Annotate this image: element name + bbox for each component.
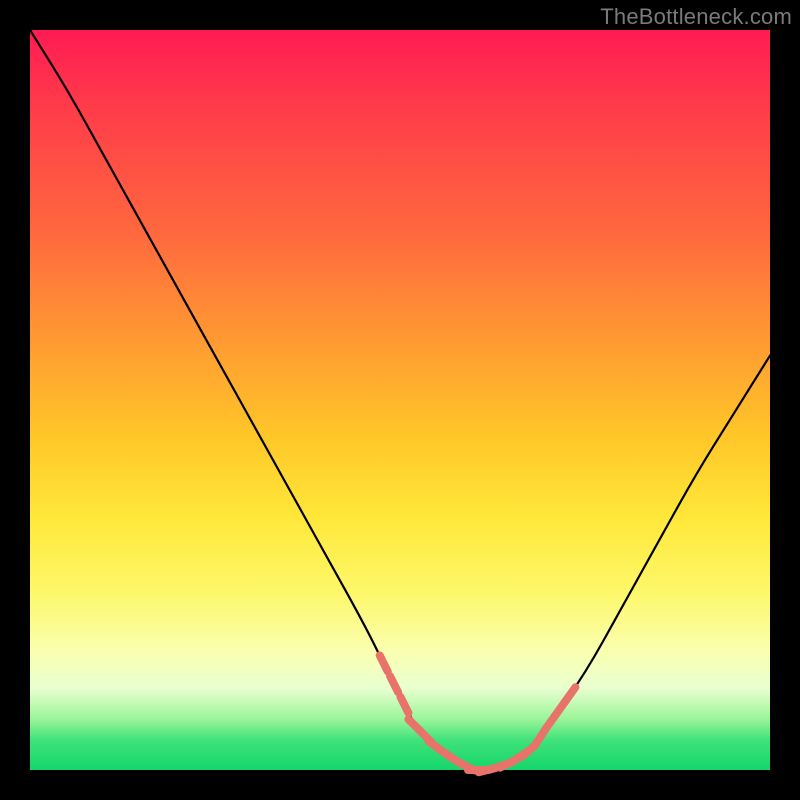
highlight-tick xyxy=(400,697,408,713)
bottleneck-curve-line xyxy=(30,30,770,770)
highlight-tick xyxy=(565,687,575,702)
plot-area xyxy=(30,30,770,770)
watermark-text: TheBottleneck.com xyxy=(600,4,792,30)
bottleneck-curve-svg xyxy=(30,30,770,770)
highlight-markers xyxy=(380,655,576,772)
highlight-tick xyxy=(380,655,388,671)
chart-frame: TheBottleneck.com xyxy=(0,0,800,800)
highlight-tick xyxy=(390,676,398,692)
